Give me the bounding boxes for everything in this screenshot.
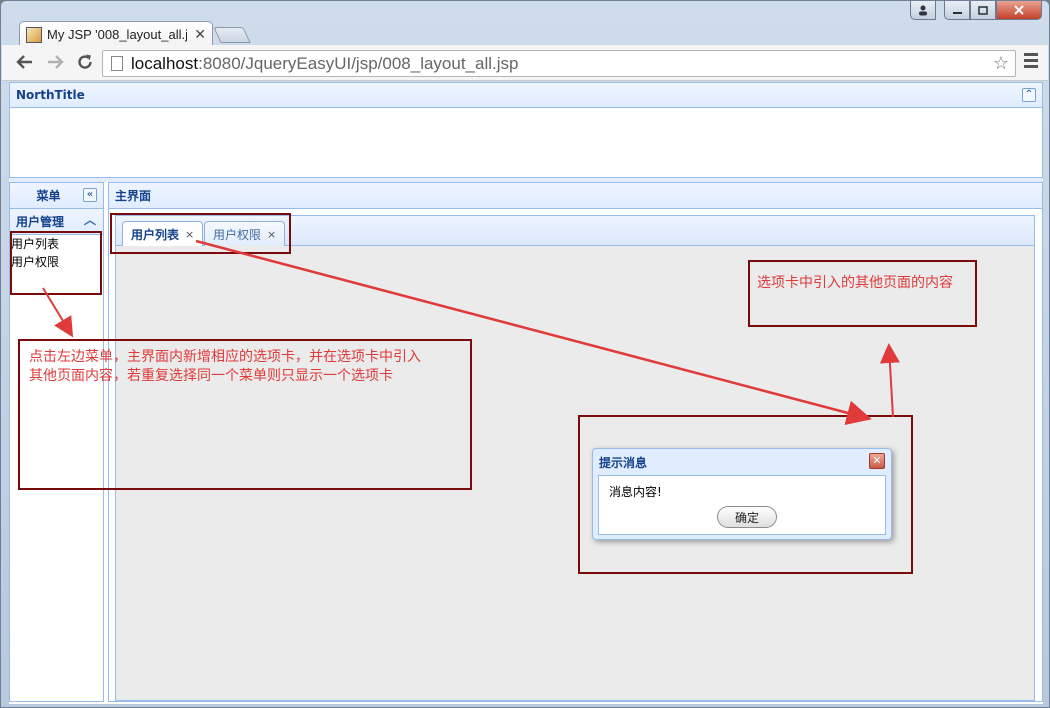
annotation-box-menu xyxy=(10,231,102,295)
person-icon xyxy=(919,5,927,15)
center-title: 主界面 xyxy=(115,189,152,203)
north-panel-header: NorthTitle ⌃ xyxy=(9,82,1043,108)
annotation-box-dialog xyxy=(578,415,913,574)
browser-tab[interactable]: My JSP '008_layout_all.js ✕ xyxy=(19,21,213,47)
back-button[interactable] xyxy=(14,51,36,73)
annotation-left-line1: 点击左边菜单，主界面内新增相应的选项卡，并在选项卡中引入 xyxy=(29,349,421,365)
close-window-icon xyxy=(1014,5,1024,15)
west-title: 菜单 xyxy=(36,189,61,203)
collapse-left-icon[interactable]: « xyxy=(83,188,97,202)
page-favicon-icon xyxy=(26,26,42,43)
north-panel-body xyxy=(9,108,1043,178)
north-title: NorthTitle xyxy=(16,88,85,102)
annotation-box-right-note xyxy=(748,260,977,327)
browser-toolbar: localhost:8080/JqueryEasyUI/jsp/008_layo… xyxy=(2,45,1048,81)
west-panel-header: 菜单 « xyxy=(10,183,103,209)
center-panel-header: 主界面 xyxy=(109,183,1042,209)
chrome-menu-icon[interactable] xyxy=(1024,53,1038,71)
collapse-up-icon[interactable]: ⌃ xyxy=(1022,88,1036,102)
page-icon xyxy=(111,56,123,71)
browser-tab-title: My JSP '008_layout_all.js xyxy=(47,27,187,42)
annotation-right-text: 选项卡中引入的其他页面的内容 xyxy=(757,275,953,291)
minimize-button[interactable] xyxy=(944,1,970,20)
url-text: localhost:8080/JqueryEasyUI/jsp/008_layo… xyxy=(131,53,519,73)
accordion-title: 用户管理 xyxy=(16,215,65,229)
restore-icon xyxy=(978,5,988,15)
window-controls xyxy=(910,1,936,20)
bookmark-star-icon[interactable]: ☆ xyxy=(993,53,1009,74)
browser-window: My JSP '008_layout_all.js ✕ localhost:80… xyxy=(0,0,1050,708)
forward-arrow-icon xyxy=(48,55,64,69)
annotation-left-line2: 其他页面内容，若重复选择同一个菜单则只显示一个选项卡 xyxy=(29,368,393,384)
reload-button[interactable] xyxy=(74,51,96,73)
user-profile-button[interactable] xyxy=(910,1,936,20)
close-tab-icon[interactable]: ✕ xyxy=(194,27,206,43)
accordion-collapse-icon[interactable]: ︿ xyxy=(83,214,97,228)
reload-icon xyxy=(78,54,92,69)
north-region: NorthTitle ⌃ xyxy=(9,82,1043,178)
minimize-icon xyxy=(952,11,962,14)
address-bar[interactable]: localhost:8080/JqueryEasyUI/jsp/008_layo… xyxy=(102,50,1016,77)
annotation-box-tabs xyxy=(110,213,291,254)
close-window-button[interactable] xyxy=(996,1,1042,20)
new-tab-button[interactable] xyxy=(213,27,251,43)
window-buttons xyxy=(944,1,1042,20)
back-arrow-icon xyxy=(16,55,32,69)
forward-button[interactable] xyxy=(44,51,66,73)
maximize-button[interactable] xyxy=(970,1,996,20)
tab-strip: My JSP '008_layout_all.js ✕ xyxy=(1,1,1049,47)
